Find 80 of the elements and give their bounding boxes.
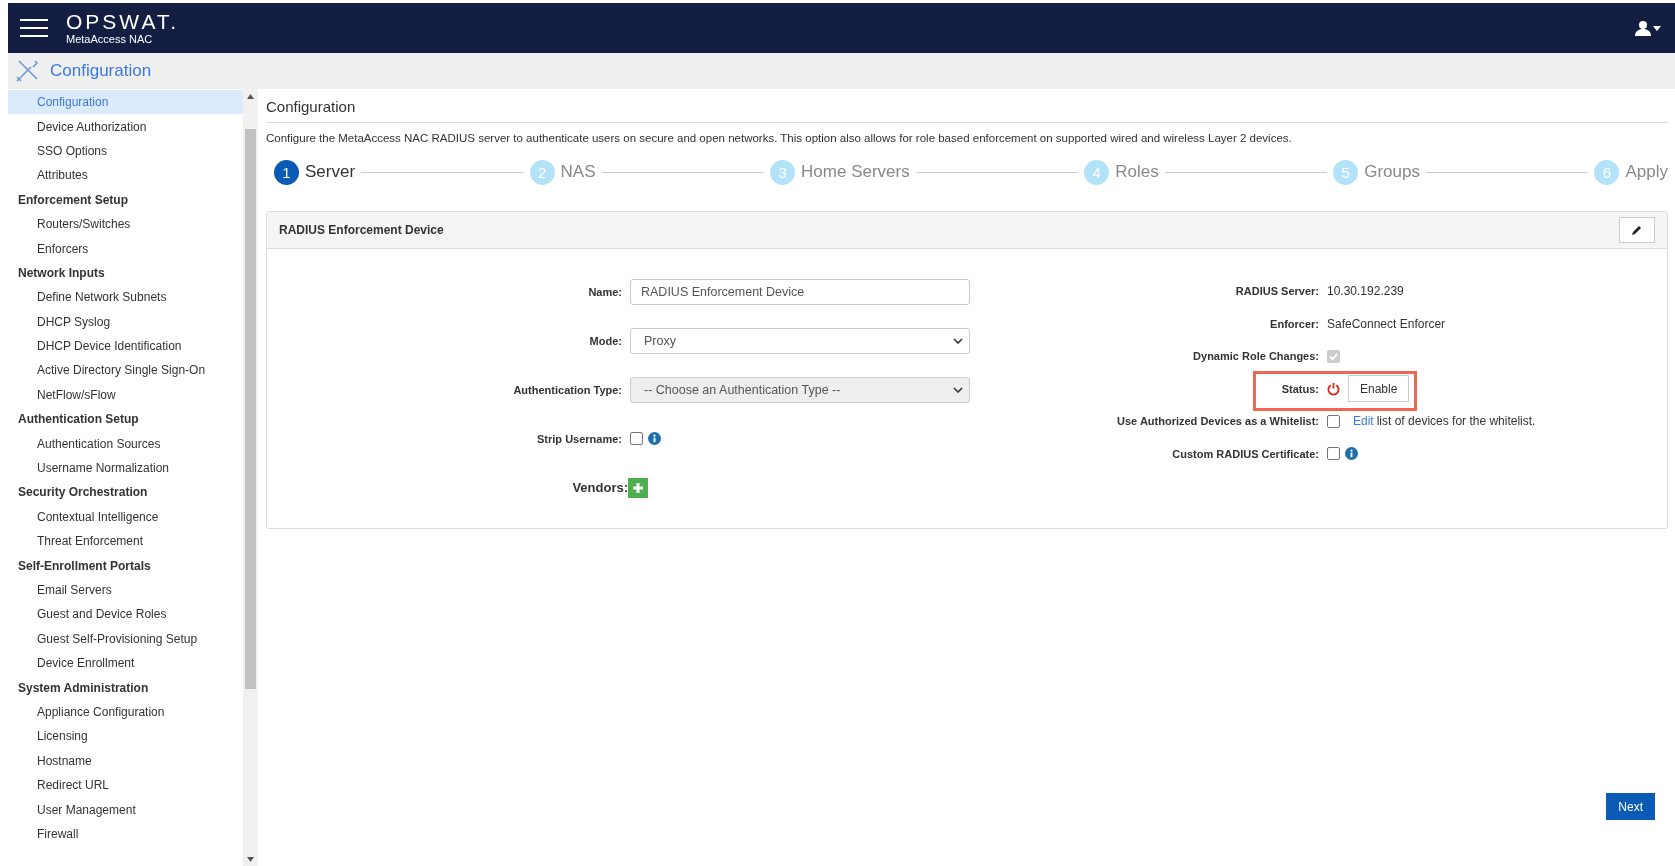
page-title: Configuration: [266, 89, 1668, 123]
caret-icon: [953, 337, 963, 344]
wizard-step[interactable]: 6 Apply: [1594, 159, 1668, 185]
name-input[interactable]: RADIUS Enforcement Device: [630, 278, 970, 305]
scroll-up-icon[interactable]: [247, 94, 254, 99]
sidebar-item[interactable]: Guest and Device Roles: [8, 602, 243, 627]
card-title: RADIUS Enforcement Device: [279, 223, 444, 237]
field-label: Dynamic Role Changes:: [1193, 350, 1319, 363]
field-label: Strip Username:: [537, 432, 622, 445]
user-icon[interactable]: [1635, 20, 1651, 36]
scroll-down-icon[interactable]: [247, 857, 254, 862]
sidebar-item[interactable]: Contextual Intelligence: [8, 504, 243, 530]
sidebar-item[interactable]: Email Servers: [8, 577, 243, 603]
sidebar-item[interactable]: Device Authorization: [8, 114, 243, 139]
sidebar-group[interactable]: Self-Enrollment Portals: [8, 553, 243, 578]
sidebar-item[interactable]: Hostname: [8, 748, 243, 773]
field-value: SafeConnect Enforcer: [1327, 316, 1446, 331]
field-label: Authentication Type:: [513, 383, 622, 396]
pencil-icon: [1631, 224, 1643, 236]
sidebar-item[interactable]: Licensing: [8, 724, 243, 749]
wizard-step[interactable]: 1 Server: [274, 159, 356, 185]
edit-button[interactable]: [1619, 217, 1655, 243]
field-label: RADIUS Server:: [1235, 285, 1319, 298]
sidebar-item[interactable]: Active Directory Single Sign-On: [8, 358, 243, 383]
sidebar-item[interactable]: Attributes: [8, 163, 243, 188]
field-value: 10.30.192.239: [1327, 284, 1404, 299]
next-button[interactable]: Next: [1606, 793, 1655, 820]
checkbox[interactable]: [630, 432, 643, 445]
section-title: Configuration: [50, 61, 152, 81]
sidebar-item[interactable]: Redirect URL: [8, 772, 243, 798]
caret-icon: [953, 386, 963, 393]
product-name: MetaAccess NAC: [66, 32, 154, 46]
sidebar-item[interactable]: Appliance Configuration: [8, 699, 243, 725]
caret-icon[interactable]: [1653, 25, 1661, 31]
add-button[interactable]: [628, 477, 648, 498]
enable-button[interactable]: Enable: [1348, 375, 1410, 403]
sidebar-item[interactable]: DHCP Syslog: [8, 309, 243, 334]
menu-icon[interactable]: [20, 19, 48, 37]
tools-icon: [14, 58, 40, 84]
field-label: Custom RADIUS Certificate:: [1172, 447, 1319, 460]
plus-icon: [632, 481, 644, 494]
sidebar-group[interactable]: Security Orchestration: [8, 480, 243, 505]
page-description: Configure the MetaAccess NAC RADIUS server to authenticate users on secure and open networks. This option also allows for role based enforcement on supported wired and wireless Layer 2 devices.: [266, 132, 1293, 144]
logo-text: OPSWAT.: [66, 10, 180, 33]
sidebar-group[interactable]: Enforcement Setup: [8, 187, 243, 212]
sidebar-item[interactable]: SSO Options: [8, 138, 243, 164]
wizard-step[interactable]: 4 Roles: [1084, 159, 1159, 185]
sidebar-item[interactable]: Configuration: [8, 90, 243, 115]
checkbox[interactable]: [1327, 447, 1340, 461]
sidebar-item[interactable]: User Management: [8, 797, 243, 822]
sidebar-item[interactable]: Threat Enforcement: [8, 529, 243, 554]
checkbox[interactable]: [1327, 414, 1340, 428]
sidebar-item[interactable]: Define Network Subnets: [8, 285, 243, 310]
sidebar-group[interactable]: Network Inputs: [8, 260, 243, 286]
field-label: Status:: [1281, 382, 1319, 395]
sidebar-item[interactable]: Routers/Switches: [8, 211, 243, 237]
sidebar-item[interactable]: Firewall: [8, 821, 243, 847]
sidebar-item[interactable]: Username Normalization: [8, 455, 243, 481]
field-note: list of devices for the whitelist.: [1376, 414, 1536, 429]
field-label: Vendors:: [572, 480, 628, 495]
field-label: Enforcer:: [1270, 317, 1319, 330]
sidebar-item[interactable]: Guest Self-Provisioning Setup: [8, 626, 243, 651]
sidebar-item[interactable]: Authentication Sources: [8, 431, 243, 456]
select-field[interactable]: Proxy: [630, 327, 970, 354]
sidebar-item[interactable]: Device Enrollment: [8, 651, 243, 676]
field-label: Use Authorized Devices as a Whitelist:: [1117, 415, 1319, 428]
scrollbar[interactable]: [243, 89, 258, 866]
wizard-step[interactable]: 2 NAS: [529, 159, 596, 185]
field-label: Mode:: [589, 334, 622, 347]
edit-link[interactable]: Edit: [1353, 414, 1374, 429]
sidebar-group[interactable]: Authentication Setup: [8, 407, 243, 432]
sidebar-item[interactable]: Enforcers: [8, 236, 243, 261]
field-label: Name:: [588, 285, 622, 298]
sidebar-group[interactable]: System Administration: [8, 675, 243, 700]
sidebar-item[interactable]: DHCP Device Identification: [8, 333, 243, 359]
sidebar-item[interactable]: NetFlow/sFlow: [8, 382, 243, 408]
info-icon[interactable]: [648, 432, 661, 445]
info-icon[interactable]: [1345, 447, 1358, 461]
wizard-step[interactable]: 5 Groups: [1333, 159, 1420, 185]
wizard-step[interactable]: 3 Home Servers: [770, 159, 910, 185]
